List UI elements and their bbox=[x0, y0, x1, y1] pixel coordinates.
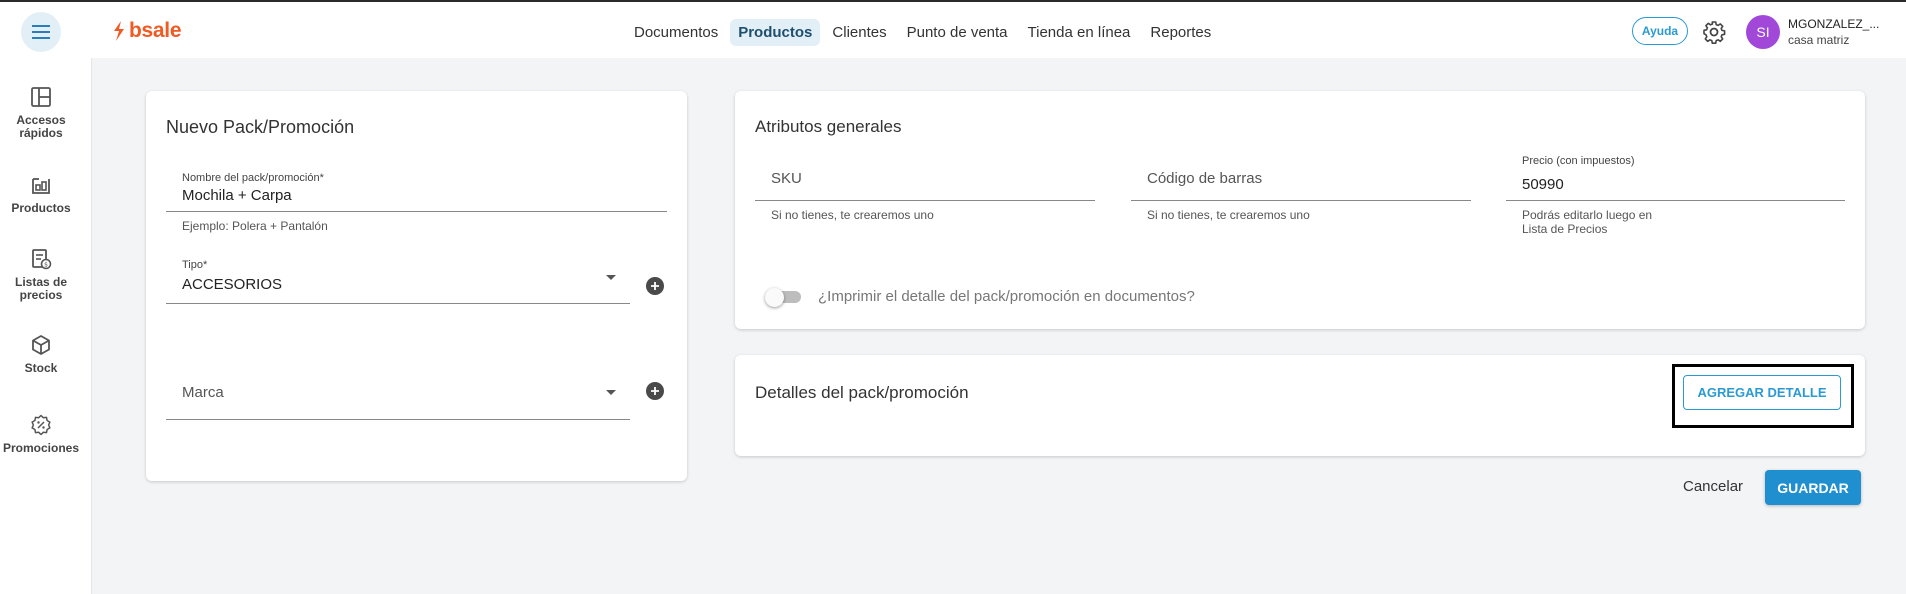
type-label: Tipo* bbox=[182, 259, 208, 271]
svg-text:$: $ bbox=[44, 262, 48, 269]
sku-input[interactable]: SKU bbox=[771, 170, 802, 187]
price-hint-line1: Podrás editarlo luego en bbox=[1522, 208, 1653, 222]
chevron-down-icon[interactable] bbox=[606, 390, 616, 395]
sku-underline bbox=[755, 200, 1095, 201]
main-nav: Documentos Productos Clientes Punto de v… bbox=[626, 18, 1223, 46]
bsale-logo[interactable]: bsale bbox=[112, 19, 182, 43]
logo-text: bsale bbox=[129, 19, 182, 42]
print-detail-label: ¿Imprimir el detalle del pack/promoción … bbox=[818, 288, 1195, 305]
nav-tienda-en-linea[interactable]: Tienda en línea bbox=[1020, 19, 1139, 46]
barcode-hint: Si no tienes, te crearemos uno bbox=[1147, 208, 1310, 222]
gear-icon[interactable] bbox=[1702, 20, 1726, 44]
price-label: Precio (con impuestos) bbox=[1522, 155, 1635, 167]
attributes-card-title: Atributos generales bbox=[755, 117, 902, 136]
print-detail-toggle[interactable] bbox=[765, 288, 801, 307]
top-header: bsale Documentos Productos Clientes Punt… bbox=[0, 2, 1906, 58]
pack-name-input[interactable]: Mochila + Carpa bbox=[182, 187, 292, 204]
menu-button[interactable] bbox=[21, 12, 61, 52]
nav-reportes[interactable]: Reportes bbox=[1142, 19, 1219, 46]
price-hint-line2: Lista de Precios bbox=[1522, 222, 1608, 236]
layout-icon bbox=[31, 87, 51, 107]
sidebar-item-promociones[interactable]: Promociones bbox=[0, 414, 82, 455]
cancel-button[interactable]: Cancelar bbox=[1683, 478, 1743, 495]
brand-underline bbox=[166, 419, 630, 420]
barcode-underline bbox=[1131, 200, 1471, 201]
add-type-button[interactable] bbox=[646, 277, 664, 295]
pack-card: Nuevo Pack/Promoción Nombre del pack/pro… bbox=[146, 91, 687, 481]
sidebar-item-label: Promociones bbox=[2, 441, 80, 455]
sidebar-item-listas-de-precios[interactable]: $ Listas de precios bbox=[0, 248, 82, 302]
hamburger-icon bbox=[32, 25, 50, 39]
cube-icon bbox=[32, 335, 50, 355]
save-button[interactable]: GUARDAR bbox=[1765, 470, 1861, 505]
toggle-knob bbox=[765, 288, 784, 307]
user-branch: casa matriz bbox=[1788, 33, 1850, 47]
main-content: Nuevo Pack/Promoción Nombre del pack/pro… bbox=[92, 58, 1906, 594]
brand-select[interactable]: Marca bbox=[182, 384, 224, 401]
barcode-input[interactable]: Código de barras bbox=[1147, 170, 1262, 187]
pack-card-title: Nuevo Pack/Promoción bbox=[166, 117, 355, 137]
price-underline bbox=[1506, 200, 1845, 201]
products-icon bbox=[32, 178, 50, 194]
sidebar-item-label: Listas de precios bbox=[14, 275, 68, 302]
price-input[interactable]: 50990 bbox=[1522, 176, 1564, 193]
plus-icon bbox=[651, 387, 659, 395]
avatar[interactable]: SI bbox=[1746, 15, 1780, 49]
details-card-title: Detalles del pack/promoción bbox=[755, 383, 969, 402]
nav-clientes[interactable]: Clientes bbox=[824, 19, 894, 46]
nav-productos[interactable]: Productos bbox=[730, 18, 821, 46]
add-brand-button[interactable] bbox=[646, 382, 664, 400]
sidebar-item-label: Stock bbox=[24, 361, 58, 375]
sidebar-item-label: Accesos rápidos bbox=[16, 113, 66, 140]
help-button[interactable]: Ayuda bbox=[1632, 17, 1688, 45]
discount-icon bbox=[31, 414, 51, 436]
type-underline bbox=[166, 303, 630, 304]
bolt-icon bbox=[114, 21, 124, 41]
nav-punto-de-venta[interactable]: Punto de venta bbox=[899, 19, 1016, 46]
pack-name-label: Nombre del pack/promoción* bbox=[182, 172, 324, 184]
details-card: Detalles del pack/promoción AGREGAR DETA… bbox=[735, 355, 1865, 456]
sidebar: Accesos rápidos Productos $ Listas de pr… bbox=[0, 58, 92, 594]
nav-documentos[interactable]: Documentos bbox=[626, 19, 726, 46]
pack-name-underline bbox=[166, 211, 667, 212]
sidebar-item-label: Productos bbox=[11, 201, 71, 215]
sidebar-item-stock[interactable]: Stock bbox=[0, 334, 82, 375]
pack-name-hint: Ejemplo: Polera + Pantalón bbox=[182, 219, 328, 233]
price-list-icon: $ bbox=[32, 249, 52, 270]
add-detail-button[interactable]: AGREGAR DETALLE bbox=[1683, 375, 1841, 410]
user-name[interactable]: MGONZALEZ_... bbox=[1788, 17, 1879, 31]
chevron-down-icon[interactable] bbox=[606, 275, 616, 280]
plus-icon bbox=[651, 282, 659, 290]
attributes-card: Atributos generales SKU Si no tienes, te… bbox=[735, 91, 1865, 329]
sidebar-item-accesos-rapidos[interactable]: Accesos rápidos bbox=[0, 86, 82, 140]
type-select[interactable]: ACCESORIOS bbox=[182, 276, 282, 293]
sidebar-item-productos[interactable]: Productos bbox=[0, 174, 82, 215]
sku-hint: Si no tienes, te crearemos uno bbox=[771, 208, 934, 222]
